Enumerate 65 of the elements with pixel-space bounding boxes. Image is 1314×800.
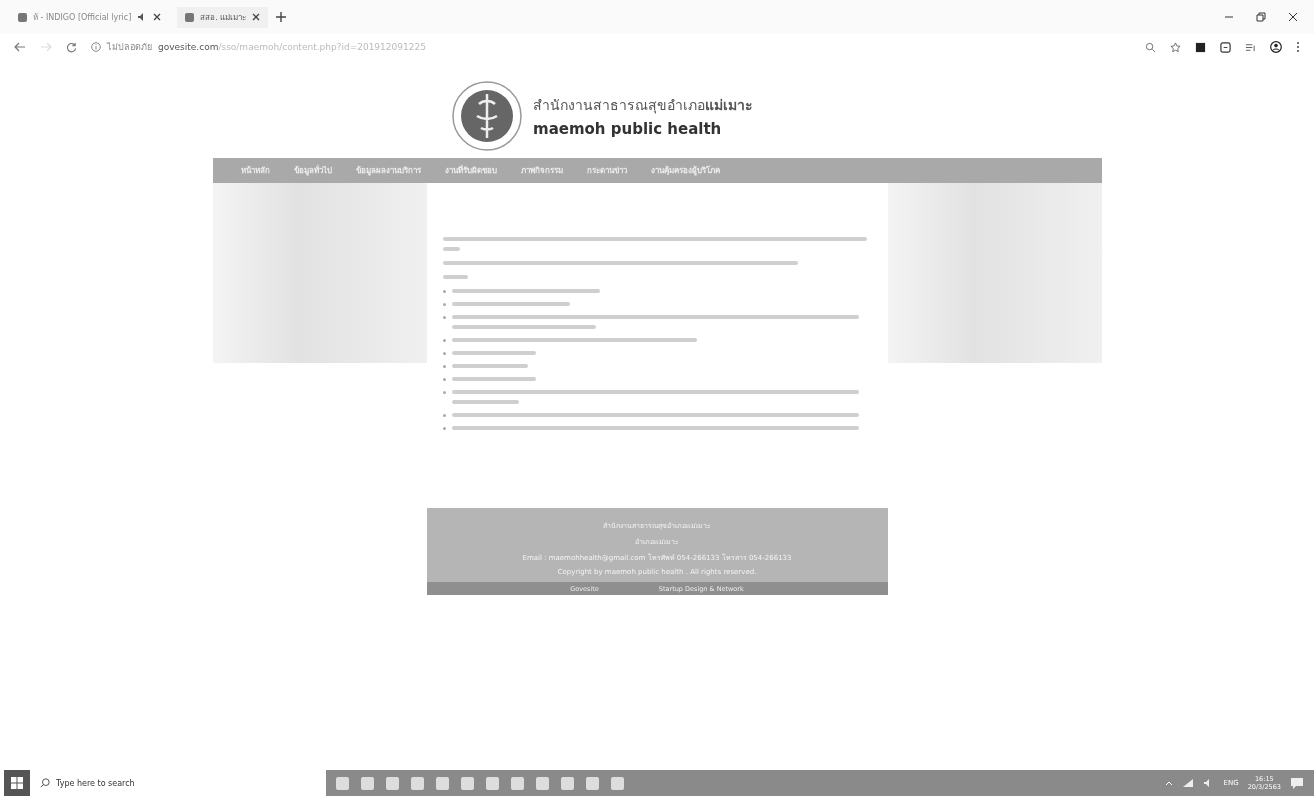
back-arrow-icon[interactable]: [14, 42, 26, 52]
bullet-dot: [442, 290, 446, 293]
bullet-dot: [442, 365, 446, 368]
network-icon[interactable]: [1181, 778, 1194, 788]
nav-link[interactable]: งานคุ้มครองผู้บริโภค: [650, 164, 720, 177]
tab-title: ห้ - INDIGO [Official lyric]: [33, 11, 132, 24]
taskbar-app-icon[interactable]: [436, 776, 449, 790]
bullet-dot: [442, 427, 446, 430]
reload-icon[interactable]: [66, 41, 77, 53]
taskbar-app-icon[interactable]: [586, 776, 599, 790]
illegible-text-line: [451, 400, 520, 404]
windows-icon: [11, 777, 23, 789]
nav-link[interactable]: งานที่รับผิดชอบ: [444, 164, 497, 177]
taskbar-app-icon[interactable]: [561, 776, 574, 790]
chevron-up-icon[interactable]: [1164, 780, 1173, 786]
taskbar-app-icon[interactable]: [461, 776, 474, 790]
start-button[interactable]: [4, 770, 30, 796]
taskbar-search-field[interactable]: Type here to search: [30, 778, 320, 788]
search-icon: [40, 778, 50, 788]
browser-tab[interactable]: ห้ - INDIGO [Official lyric]: [10, 6, 170, 28]
taskbar-app-icon[interactable]: [361, 776, 374, 790]
taskbar-app-icon[interactable]: [486, 776, 499, 790]
taskbar-app-icon[interactable]: [411, 776, 424, 790]
bullet-dot: [442, 316, 446, 319]
emblem-logo: [451, 80, 523, 152]
close-icon[interactable]: [252, 13, 261, 21]
star-icon[interactable]: [1170, 41, 1181, 53]
zoom-icon[interactable]: [1145, 41, 1156, 53]
bullet-dot: [442, 352, 446, 355]
new-tab-icon[interactable]: [276, 12, 287, 22]
taskbar-app-icon[interactable]: [336, 776, 349, 790]
site-subtitle: maemoh public health: [533, 120, 723, 138]
nav-link[interactable]: ภาพกิจกรรม: [520, 164, 563, 177]
page-icon: [18, 12, 27, 22]
info-icon: [91, 42, 101, 52]
taskbar-app-icon[interactable]: [386, 776, 399, 790]
profile-icon[interactable]: [1270, 41, 1282, 53]
security-label: ไม่ปลอดภัย: [107, 41, 152, 54]
taskbar-app-icon[interactable]: [511, 776, 524, 790]
taskbar-app-icon[interactable]: [611, 776, 624, 790]
notification-icon[interactable]: [1290, 776, 1304, 790]
extension-icon[interactable]: [1220, 41, 1231, 53]
restore-icon[interactable]: [1256, 12, 1266, 22]
tab-title: สสอ. แม่เมาะ: [200, 11, 247, 24]
bullet-dot: [442, 378, 446, 381]
illegible-text-line: [442, 275, 469, 279]
nav-link[interactable]: หน้าหลัก: [240, 164, 270, 177]
bullet-dot: [442, 339, 446, 342]
site-title: สำนักงานสาธารณสุขอำเภอแม่เมาะ: [533, 96, 753, 116]
page-icon: [185, 12, 195, 22]
url-host: govesite.com: [158, 42, 219, 52]
close-icon[interactable]: [1288, 12, 1298, 22]
nav-link[interactable]: กระดานข่าว: [586, 164, 627, 177]
browser-tab[interactable]: สสอ. แม่เมาะ: [177, 6, 269, 28]
close-icon[interactable]: [153, 13, 162, 21]
menu-icon[interactable]: [1296, 41, 1300, 53]
extension-icon[interactable]: [1195, 41, 1206, 53]
bullet-dot: [442, 414, 446, 417]
nav-link[interactable]: ข้อมูลทั่วไป: [293, 164, 332, 177]
bullet-dot: [442, 303, 446, 306]
playlist-icon[interactable]: [1245, 41, 1256, 53]
taskbar-app-icon[interactable]: [536, 776, 549, 790]
bullet-dot: [442, 391, 446, 394]
nav-link[interactable]: ข้อมูลผลงานบริการ: [355, 164, 421, 177]
illegible-text-line: [442, 247, 460, 251]
